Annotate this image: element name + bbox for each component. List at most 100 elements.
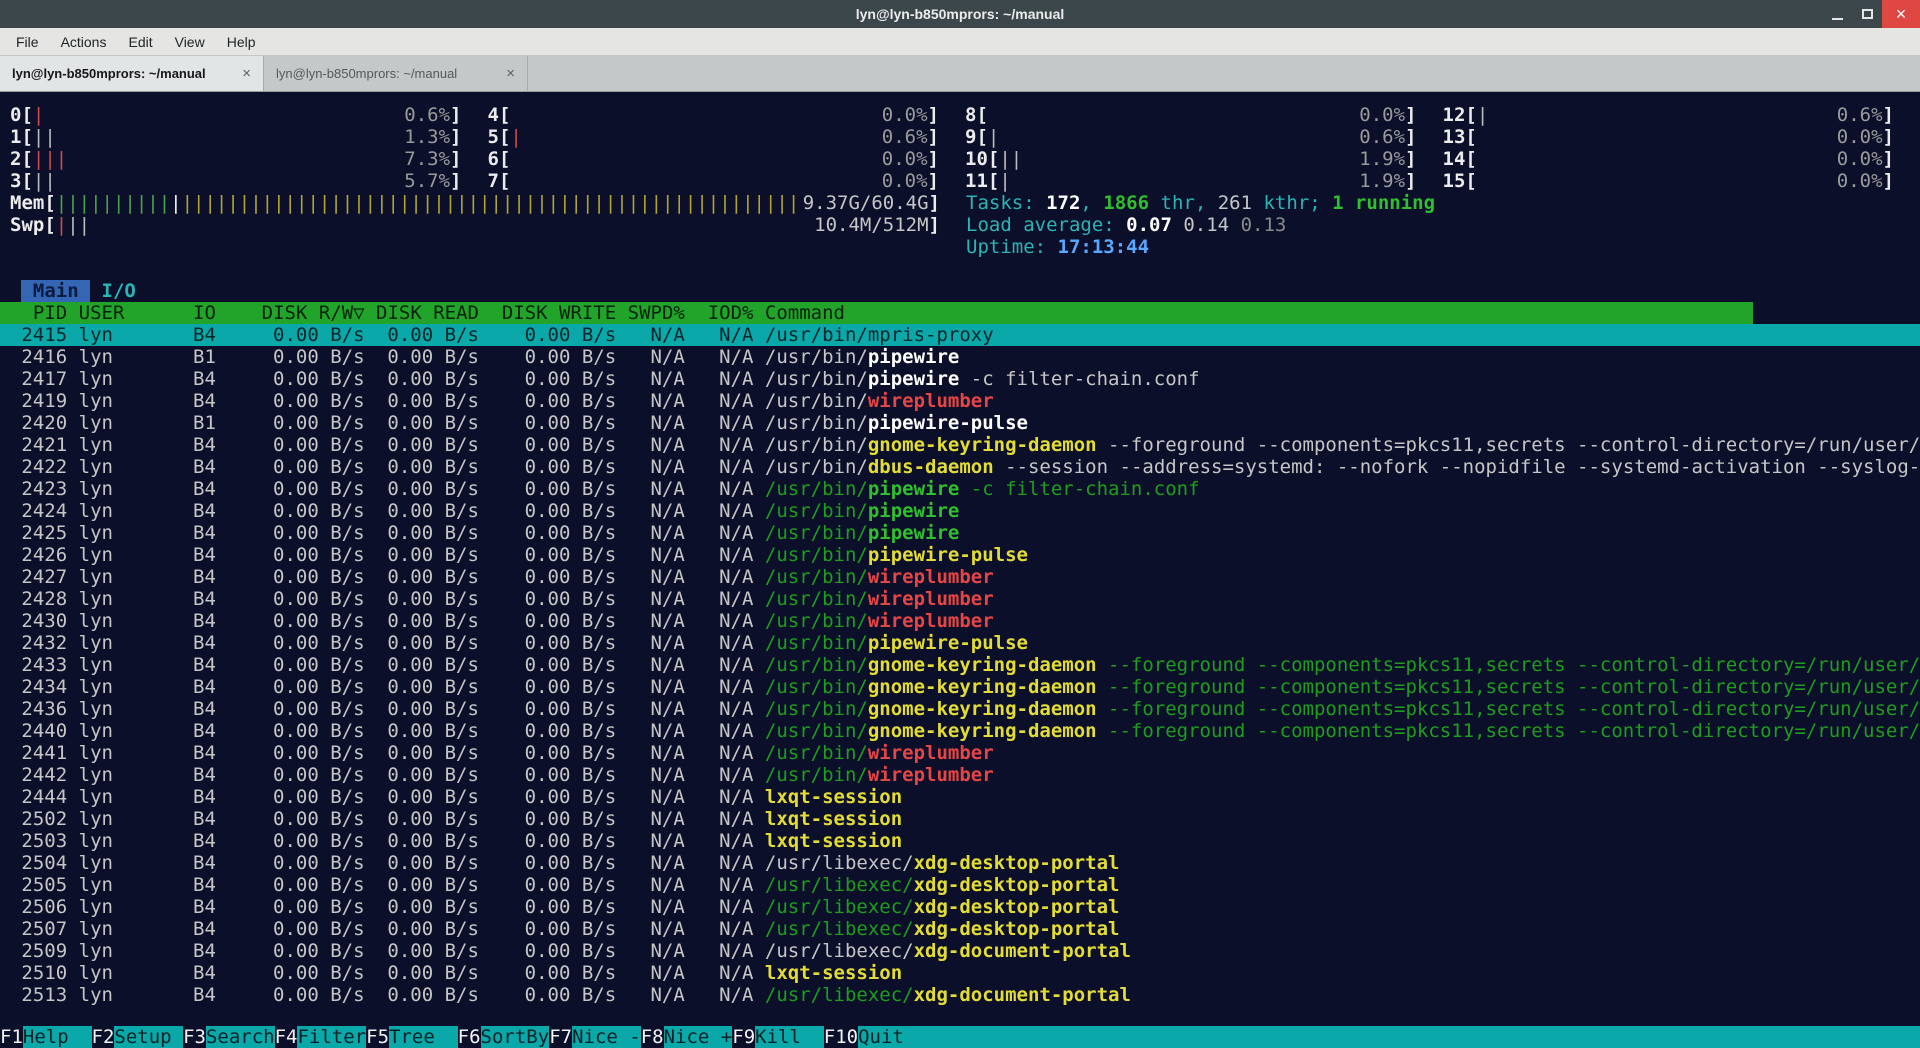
process-user: lyn [79,984,193,1006]
process-row-2436[interactable]: 2436lynB40.00 B/s0.00 B/s0.00 B/sN/AN/A/… [0,698,1920,720]
fkey-f2[interactable]: F2Setup [92,1026,184,1048]
process-row-2426[interactable]: 2426lynB40.00 B/s0.00 B/s0.00 B/sN/AN/A/… [0,544,1920,566]
cpu-14-meter: 14[0.0%] [1443,148,1895,170]
cpu-3-meter: 3[||5.7%] [10,170,462,192]
disk-read-value: 0.00 B/s [376,368,479,390]
process-row-2434[interactable]: 2434lynB40.00 B/s0.00 B/s0.00 B/sN/AN/A/… [0,676,1920,698]
swpd-value: N/A [628,522,685,544]
process-row-2505[interactable]: 2505lynB40.00 B/s0.00 B/s0.00 B/sN/AN/A/… [0,874,1920,896]
process-row-2502[interactable]: 2502lynB40.00 B/s0.00 B/s0.00 B/sN/AN/Al… [0,808,1920,830]
tab-close-icon[interactable]: × [506,65,515,82]
process-row-2506[interactable]: 2506lynB40.00 B/s0.00 B/s0.00 B/sN/AN/A/… [0,896,1920,918]
column-header-io[interactable]: IO [193,302,216,324]
fkey-f5[interactable]: F5Tree [366,1026,458,1048]
fkey-f6[interactable]: F6SortBy [458,1026,550,1048]
column-header-disk-write[interactable]: DISK WRITE [502,302,616,324]
fkey-f8[interactable]: F8Nice + [641,1026,733,1048]
close-button[interactable]: × [1882,0,1920,28]
process-io-priority: B4 [193,654,216,676]
column-header-command[interactable]: Command [765,302,1753,324]
column-header-swpd[interactable]: SWPD% [628,302,685,324]
terminal-tab-1[interactable]: lyn@lyn-b850mprors: ~/manual × [0,56,264,91]
process-row-2417[interactable]: 2417lynB40.00 B/s0.00 B/s0.00 B/sN/AN/A/… [0,368,1920,390]
tab-title: lyn@lyn-b850mprors: ~/manual [12,66,206,81]
process-row-2503[interactable]: 2503lynB40.00 B/s0.00 B/s0.00 B/sN/AN/Al… [0,830,1920,852]
screen-tab-main[interactable]: Main [21,280,90,302]
process-row-2507[interactable]: 2507lynB40.00 B/s0.00 B/s0.00 B/sN/AN/A/… [0,918,1920,940]
menu-item-actions[interactable]: Actions [50,28,118,55]
process-row-2416[interactable]: 2416lynB10.00 B/s0.00 B/s0.00 B/sN/AN/A/… [0,346,1920,368]
menu-item-help[interactable]: Help [216,28,267,55]
terminal-tab-2[interactable]: lyn@lyn-b850mprors: ~/manual× [264,56,528,91]
column-header-disk-rw[interactable]: DISK R/W▽ [262,302,365,324]
swpd-value: N/A [628,940,685,962]
process-pid: 2506 [10,896,67,918]
iod-value: N/A [708,632,754,654]
process-row-2425[interactable]: 2425lynB40.00 B/s0.00 B/s0.00 B/sN/AN/A/… [0,522,1920,544]
process-command: /usr/bin/pipewire-pulse [765,412,1920,434]
process-command: lxqt-session [765,808,1920,830]
process-row-2510[interactable]: 2510lynB40.00 B/s0.00 B/s0.00 B/sN/AN/Al… [0,962,1920,984]
fkey-f10[interactable]: F10Quit [824,1026,927,1048]
process-user: lyn [79,368,193,390]
disk-write-value: 0.00 B/s [502,522,616,544]
process-io-priority: B4 [193,500,216,522]
column-header-iod[interactable]: IOD% [708,302,754,324]
process-user: lyn [79,676,193,698]
process-row-2415[interactable]: 2415lynB40.00 B/s0.00 B/s0.00 B/sN/AN/A/… [0,324,1920,346]
process-row-2440[interactable]: 2440lynB40.00 B/s0.00 B/s0.00 B/sN/AN/A/… [0,720,1920,742]
process-pid: 2504 [10,852,67,874]
process-row-2442[interactable]: 2442lynB40.00 B/s0.00 B/s0.00 B/sN/AN/A/… [0,764,1920,786]
swpd-value: N/A [628,434,685,456]
disk-read-value: 0.00 B/s [376,632,479,654]
disk-write-value: 0.00 B/s [502,698,616,720]
fkey-f1[interactable]: F1Help [0,1026,92,1048]
process-row-2419[interactable]: 2419lynB40.00 B/s0.00 B/s0.00 B/sN/AN/A/… [0,390,1920,412]
menu-item-view[interactable]: View [164,28,216,55]
process-row-2430[interactable]: 2430lynB40.00 B/s0.00 B/s0.00 B/sN/AN/A/… [0,610,1920,632]
fkey-f4[interactable]: F4Filter [275,1026,367,1048]
disk-read-value: 0.00 B/s [376,786,479,808]
disk-rw-value: 0.00 B/s [262,588,365,610]
process-row-2422[interactable]: 2422lynB40.00 B/s0.00 B/s0.00 B/sN/AN/A/… [0,456,1920,478]
process-row-2428[interactable]: 2428lynB40.00 B/s0.00 B/s0.00 B/sN/AN/A/… [0,588,1920,610]
process-row-2504[interactable]: 2504lynB40.00 B/s0.00 B/s0.00 B/sN/AN/A/… [0,852,1920,874]
column-header-disk-read[interactable]: DISK READ [376,302,479,324]
process-user: lyn [79,874,193,896]
column-header-pid[interactable]: PID [10,302,67,324]
process-row-2427[interactable]: 2427lynB40.00 B/s0.00 B/s0.00 B/sN/AN/A/… [0,566,1920,588]
process-row-2432[interactable]: 2432lynB40.00 B/s0.00 B/s0.00 B/sN/AN/A/… [0,632,1920,654]
terminal-screen[interactable]: 0[|0.6%]4[0.0%]8[0.0%]12[|0.6%]1[||1.3%]… [0,92,1920,1048]
process-row-2433[interactable]: 2433lynB40.00 B/s0.00 B/s0.00 B/sN/AN/A/… [0,654,1920,676]
fkey-f7[interactable]: F7Nice - [549,1026,641,1048]
process-user: lyn [79,324,193,346]
disk-read-value: 0.00 B/s [376,742,479,764]
swpd-value: N/A [628,478,685,500]
process-row-2444[interactable]: 2444lynB40.00 B/s0.00 B/s0.00 B/sN/AN/Al… [0,786,1920,808]
process-command: /usr/bin/wireplumber [765,566,1920,588]
disk-write-value: 0.00 B/s [502,324,616,346]
disk-write-value: 0.00 B/s [502,434,616,456]
process-row-2513[interactable]: 2513lynB40.00 B/s0.00 B/s0.00 B/sN/AN/A/… [0,984,1920,1006]
menu-item-file[interactable]: File [5,28,50,55]
minimize-button[interactable] [1822,0,1852,28]
process-row-2423[interactable]: 2423lynB40.00 B/s0.00 B/s0.00 B/sN/AN/A/… [0,478,1920,500]
process-row-2509[interactable]: 2509lynB40.00 B/s0.00 B/s0.00 B/sN/AN/A/… [0,940,1920,962]
fkey-f9[interactable]: F9Kill [732,1026,824,1048]
maximize-button[interactable] [1852,0,1882,28]
process-row-2421[interactable]: 2421lynB40.00 B/s0.00 B/s0.00 B/sN/AN/A/… [0,434,1920,456]
fkey-f3[interactable]: F3Search [183,1026,275,1048]
menu-item-edit[interactable]: Edit [117,28,163,55]
disk-write-value: 0.00 B/s [502,478,616,500]
process-row-2424[interactable]: 2424lynB40.00 B/s0.00 B/s0.00 B/sN/AN/A/… [0,500,1920,522]
tab-close-icon[interactable]: × [242,65,251,82]
swpd-value: N/A [628,808,685,830]
column-header-user[interactable]: USER [79,302,193,324]
process-io-priority: B4 [193,786,216,808]
process-row-2441[interactable]: 2441lynB40.00 B/s0.00 B/s0.00 B/sN/AN/A/… [0,742,1920,764]
screen-tab-io[interactable]: I/O [102,280,136,302]
process-row-2420[interactable]: 2420lynB10.00 B/s0.00 B/s0.00 B/sN/AN/A/… [0,412,1920,434]
disk-read-value: 0.00 B/s [376,390,479,412]
disk-read-value: 0.00 B/s [376,764,479,786]
process-pid: 2420 [10,412,67,434]
